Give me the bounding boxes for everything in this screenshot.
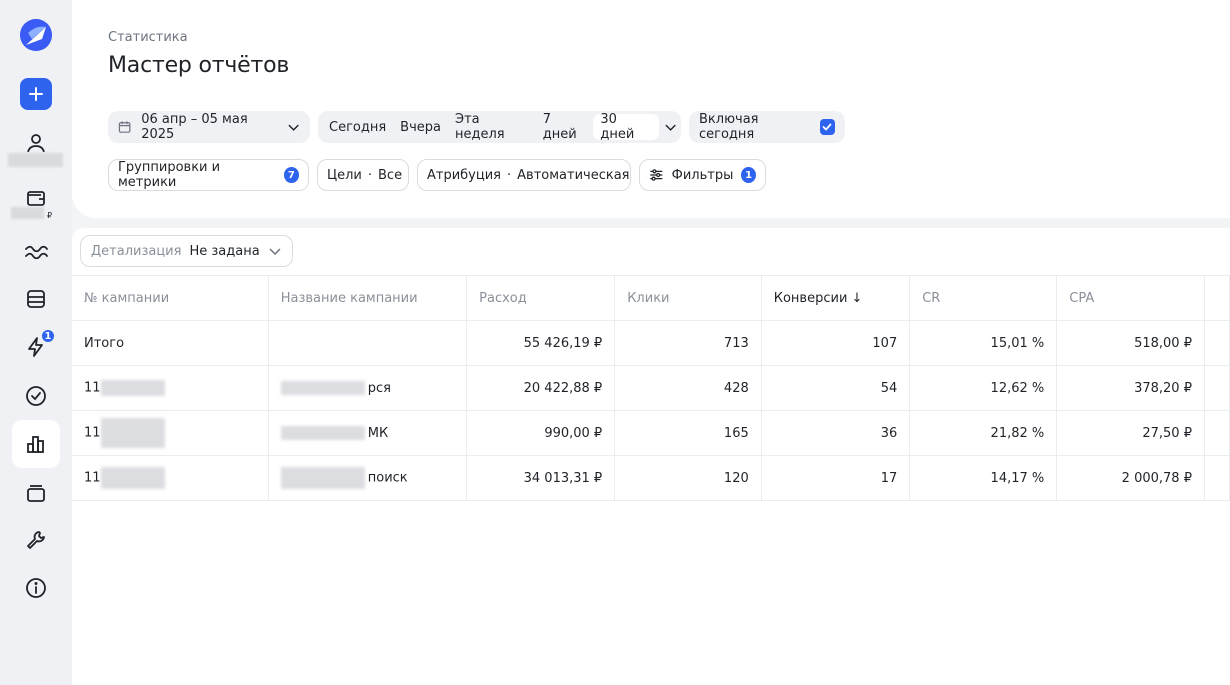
period-selector[interactable]: Сегодня Вчера Эта неделя 7 дней 30 дней	[318, 111, 681, 143]
total-spend: 55 426,19 ₽	[466, 320, 616, 366]
report-panel: Детализация Не задана № кампании Названи…	[72, 228, 1230, 685]
groupings-metrics-button[interactable]: Группировки и метрики 7	[108, 159, 309, 191]
chevron-down-icon	[288, 124, 299, 131]
total-cr: 15,01 %	[909, 320, 1058, 366]
sidebar: ₽ 1	[0, 0, 72, 685]
breadcrumb[interactable]: Статистика	[108, 30, 188, 45]
filters-label: Фильтры	[671, 167, 734, 183]
campaign-id[interactable]: 11	[72, 365, 269, 411]
info-icon[interactable]	[20, 572, 52, 604]
total-conversions: 107	[761, 320, 911, 366]
chevron-down-icon[interactable]	[664, 120, 677, 134]
table-row[interactable]: 11 МК 990,00 ₽ 165 36 21,82 % 27,50 ₽	[72, 410, 1230, 456]
table-header-row: № кампании Название кампании Расход Клик…	[72, 275, 1230, 321]
detail-dropdown[interactable]: Детализация Не задана	[80, 235, 293, 267]
campaign-conversions: 36	[761, 410, 911, 456]
currency-sign: ₽	[47, 211, 53, 220]
column-header-cpa[interactable]: CPA	[1056, 275, 1205, 321]
logo-icon[interactable]	[20, 19, 52, 51]
header-panel: Статистика Мастер отчётов 06 апр – 05 ма…	[72, 0, 1230, 218]
column-header-conversions[interactable]: Конверсии ↓	[761, 275, 911, 321]
layers-icon[interactable]	[20, 477, 52, 509]
balance-blurred	[11, 207, 44, 219]
campaign-name[interactable]: рся	[268, 365, 468, 411]
table-row[interactable]: 11 рся 20 422,88 ₽ 428 54 12,62 % 378,20…	[72, 365, 1230, 411]
sliders-icon	[650, 169, 663, 181]
calendar-icon	[118, 121, 131, 133]
period-7-days[interactable]: 7 дней	[536, 112, 594, 142]
period-this-week[interactable]: Эта неделя	[448, 112, 536, 142]
detail-value: Не задана	[189, 243, 260, 259]
campaign-spend: 34 013,31 ₽	[466, 455, 616, 501]
campaign-name[interactable]: поиск	[268, 455, 468, 501]
column-header-cr[interactable]: CR	[909, 275, 1058, 321]
campaign-cpa: 378,20 ₽	[1056, 365, 1205, 411]
include-today-label: Включая сегодня	[699, 112, 759, 142]
checkbox-checked-icon[interactable]	[819, 119, 835, 135]
campaign-cpa: 2 000,78 ₽	[1056, 455, 1205, 501]
wrench-icon[interactable]	[20, 524, 52, 556]
campaign-id[interactable]: 11	[72, 455, 269, 501]
goals-label: Цели	[327, 167, 362, 183]
period-yesterday[interactable]: Вчера	[393, 114, 448, 140]
report-table: № кампании Название кампании Расход Клик…	[72, 275, 1230, 501]
campaign-cr: 12,62 %	[909, 365, 1058, 411]
campaign-conversions: 17	[761, 455, 911, 501]
include-today-checkbox[interactable]: Включая сегодня	[689, 111, 845, 143]
attribution-value: Автоматическая	[517, 167, 630, 183]
waves-icon[interactable]	[20, 236, 52, 268]
attribution-button[interactable]: Атрибуция · Автоматическая	[417, 159, 631, 191]
goals-value: Все	[378, 167, 403, 183]
campaign-cr: 14,17 %	[909, 455, 1058, 501]
database-icon[interactable]	[20, 283, 52, 315]
campaign-spend: 20 422,88 ₽	[466, 365, 616, 411]
campaign-name[interactable]: МК	[268, 410, 468, 456]
campaign-clicks: 165	[614, 410, 762, 456]
table-row-total: Итого 55 426,19 ₽ 713 107 15,01 % 518,00…	[72, 320, 1230, 366]
period-30-days[interactable]: 30 дней	[593, 112, 659, 142]
column-header-campaign-id[interactable]: № кампании	[72, 275, 269, 321]
filters-count-badge: 1	[741, 167, 756, 183]
total-cpa: 518,00 ₽	[1056, 320, 1205, 366]
filters-button[interactable]: Фильтры 1	[639, 159, 766, 191]
groupings-count-badge: 7	[283, 167, 299, 183]
account-name-blurred	[8, 153, 63, 167]
campaign-spend: 990,00 ₽	[466, 410, 616, 456]
campaign-conversions: 54	[761, 365, 911, 411]
total-clicks: 713	[614, 320, 762, 366]
campaign-id[interactable]: 11	[72, 410, 269, 456]
attribution-label: Атрибуция	[427, 167, 501, 183]
goals-button[interactable]: Цели · Все	[317, 159, 409, 191]
detail-label: Детализация	[91, 243, 182, 259]
date-range-picker[interactable]: 06 апр – 05 мая 2025	[108, 111, 310, 143]
campaign-clicks: 120	[614, 455, 762, 501]
period-today[interactable]: Сегодня	[322, 114, 393, 140]
check-circle-icon[interactable]	[20, 380, 52, 412]
total-label: Итого	[72, 320, 269, 366]
table-row[interactable]: 11 поиск 34 013,31 ₽ 120 17 14,17 % 2 00…	[72, 455, 1230, 501]
campaign-cr: 21,82 %	[909, 410, 1058, 456]
date-range-value: 06 апр – 05 мая 2025	[141, 112, 248, 142]
campaign-cpa: 27,50 ₽	[1056, 410, 1205, 456]
groupings-label: Группировки и метрики	[118, 160, 221, 190]
campaign-clicks: 428	[614, 365, 762, 411]
column-header-clicks[interactable]: Клики	[614, 275, 762, 321]
add-button[interactable]	[20, 78, 52, 110]
bar-chart-icon[interactable]	[20, 428, 52, 460]
column-header-campaign-name[interactable]: Название кампании	[268, 275, 468, 321]
chevron-down-icon	[269, 248, 281, 256]
page-title: Мастер отчётов	[108, 53, 290, 78]
notification-badge: 1	[40, 328, 56, 344]
column-header-spend[interactable]: Расход	[466, 275, 616, 321]
